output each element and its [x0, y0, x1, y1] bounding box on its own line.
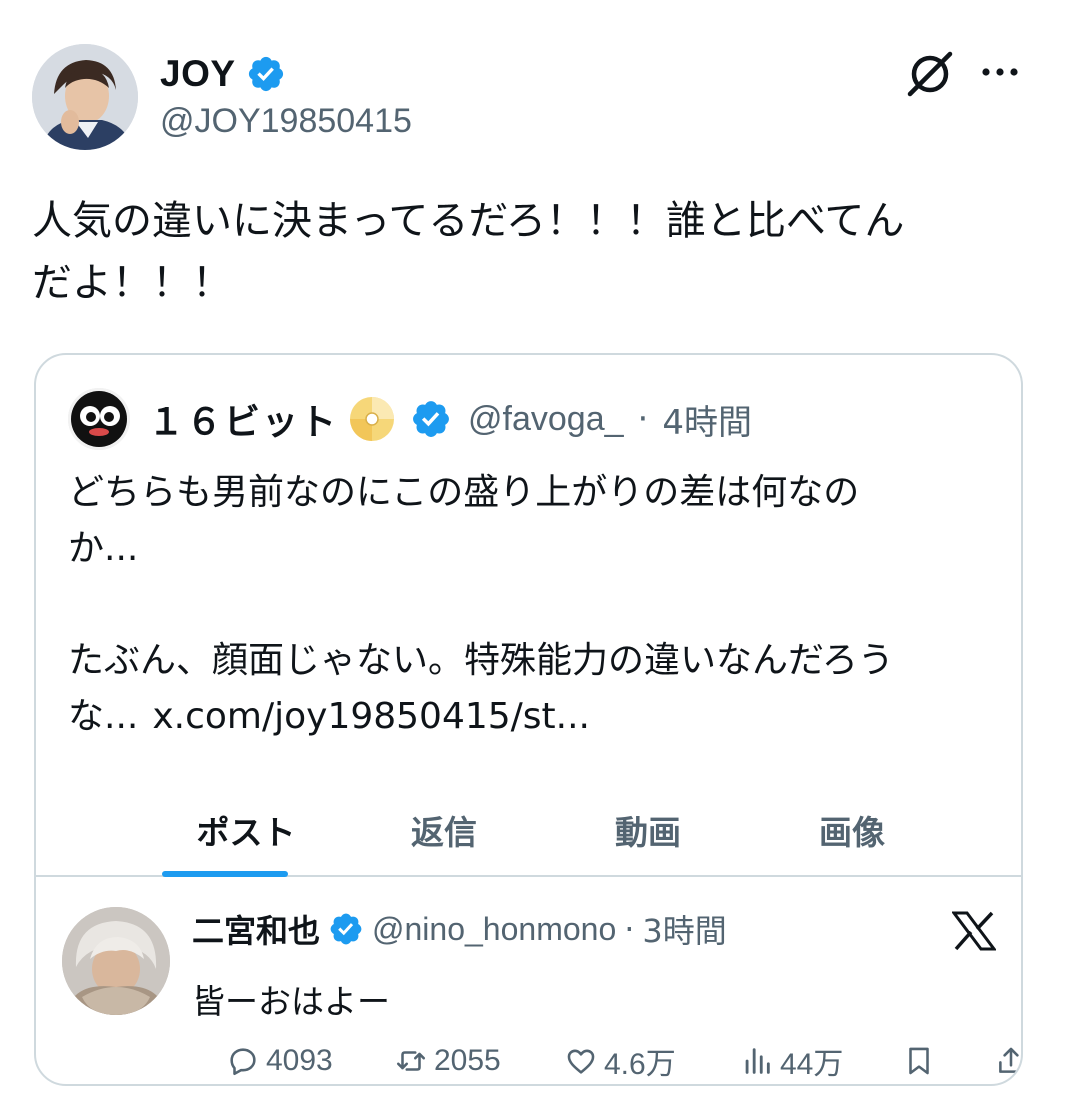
tab-replies[interactable]: 返信 [344, 785, 544, 875]
repost-icon [396, 1051, 426, 1071]
embedded-author-name[interactable]: 二宮和也 [192, 906, 320, 952]
quoted-text-line-end: な... [68, 696, 139, 737]
bookmark-button[interactable] [902, 1039, 936, 1083]
author-avatar[interactable] [32, 44, 138, 150]
views-count: 44万 [780, 1048, 844, 1081]
tab-label: 返信 [411, 813, 477, 852]
profile-tabs: ポスト 返信 動画 画像 [36, 785, 1021, 877]
cd-disc-icon [350, 397, 395, 441]
author-display-name[interactable]: JOY [160, 53, 236, 95]
tab-posts[interactable]: ポスト [146, 785, 346, 875]
post-text: 人気の違いに決まってるだろ！！！誰と比べてん だよ！！！ [32, 190, 1032, 314]
reply-button[interactable]: 4093 [226, 1039, 333, 1083]
tab-label: 動画 [615, 813, 681, 852]
embedded-post-time[interactable]: 3時間 [642, 906, 726, 952]
separator-dot: · [637, 399, 649, 439]
post-header: JOY @JOY19850415 [0, 0, 1070, 170]
active-tab-indicator [162, 871, 288, 877]
embedded-author-handle[interactable]: @nino_honmono [372, 911, 616, 948]
embedded-post-header: 二宮和也 @nino_honmono · 3時間 [192, 905, 727, 953]
quoted-author-avatar[interactable] [68, 388, 130, 450]
tab-label: 画像 [819, 813, 885, 852]
tab-label: ポスト [196, 813, 296, 852]
reply-count: 4093 [266, 1044, 333, 1077]
quoted-post-header: １６ビット @favoga_ · 4時間 [68, 387, 752, 451]
views-icon [745, 1048, 770, 1074]
verified-badge-icon [413, 401, 449, 437]
grok-icon[interactable] [904, 48, 956, 100]
heart-icon [567, 1049, 595, 1074]
author-name-row: JOY [160, 52, 286, 96]
share-button[interactable] [994, 1039, 1021, 1083]
embedded-author-avatar[interactable] [62, 907, 170, 1015]
views-button[interactable]: 44万 [740, 1039, 843, 1083]
post-text-line: 人気の違いに決まってるだろ！！！誰と比べてん [32, 198, 905, 244]
more-icon[interactable] [978, 58, 1022, 86]
quoted-author-name[interactable]: １６ビット [148, 393, 338, 445]
quoted-text-line: たぶん、顔面じゃない。特殊能力の違いなんだろう [68, 640, 894, 681]
bookmark-icon [909, 1047, 929, 1075]
quoted-text-line: どちらも男前なのにこの盛り上がりの差は何なの [68, 472, 860, 513]
embedded-post[interactable]: 二宮和也 @nino_honmono · 3時間 皆ーおはよー 4093 205… [36, 879, 1021, 1084]
repost-count: 2055 [434, 1044, 501, 1077]
tab-videos[interactable]: 動画 [548, 785, 748, 875]
quoted-post-text: どちらも男前なのにこの盛り上がりの差は何なの か... たぶん、顔面じゃない。特… [68, 465, 998, 745]
action-bar: 4093 2055 4.6万 44万 [192, 1039, 1021, 1083]
verified-badge-icon [330, 913, 362, 945]
reply-icon [230, 1048, 256, 1076]
quoted-text-line: か... [68, 528, 139, 569]
separator-dot: · [624, 910, 635, 948]
quoted-link[interactable]: x.com/joy19850415/st... [152, 696, 590, 737]
x-logo-icon[interactable] [952, 911, 996, 951]
quoted-post-card[interactable]: １６ビット @favoga_ · 4時間 どちらも男前なのにこの盛り上がりの差は… [34, 353, 1023, 1086]
like-button[interactable]: 4.6万 [564, 1039, 676, 1083]
quoted-text-line: な... x.com/joy19850415/st... [68, 689, 998, 745]
repost-button[interactable]: 2055 [394, 1039, 501, 1083]
post-text-line: だよ！！！ [32, 260, 232, 306]
author-handle[interactable]: @JOY19850415 [160, 102, 412, 141]
like-count: 4.6万 [604, 1048, 676, 1081]
verified-badge-icon [248, 56, 283, 92]
embedded-post-text: 皆ーおはよー [192, 982, 390, 1021]
quoted-post-time[interactable]: 4時間 [662, 395, 752, 444]
quoted-author-handle[interactable]: @favoga_ [468, 400, 624, 439]
share-icon [999, 1047, 1021, 1073]
tab-images[interactable]: 画像 [752, 785, 952, 875]
